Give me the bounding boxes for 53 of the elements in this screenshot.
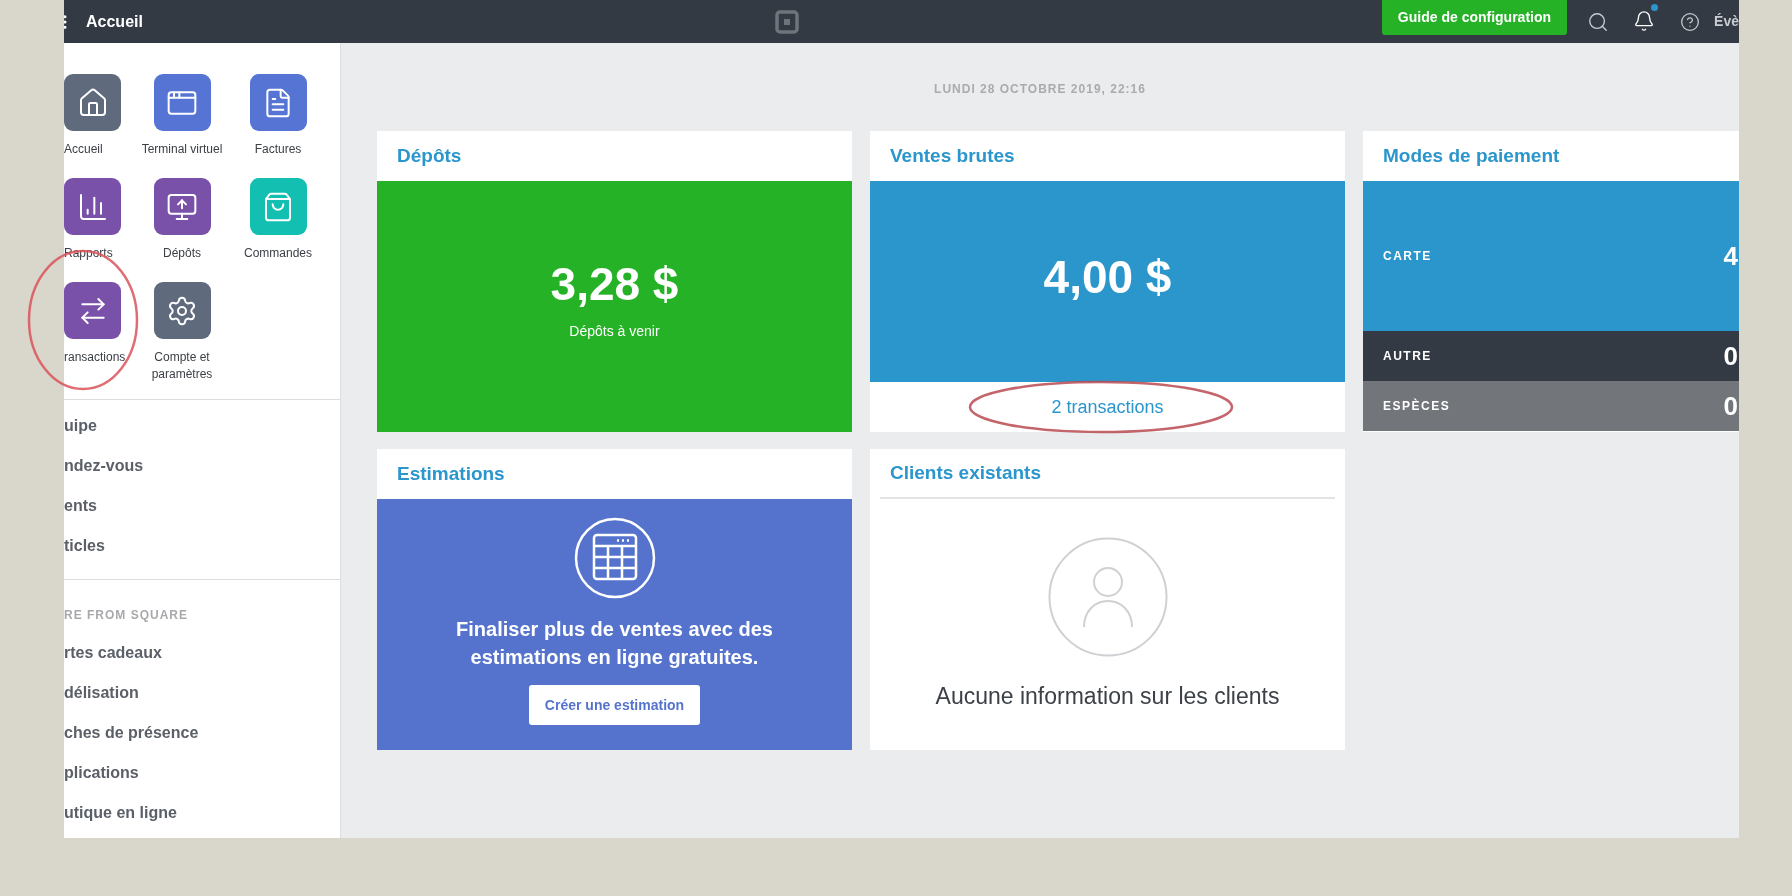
- table-icon: [573, 517, 656, 599]
- payment-method-label: ESPÈCES: [1383, 397, 1451, 415]
- nav-item[interactable]: utique en ligne: [64, 802, 340, 824]
- deposit-amount: 3,28 $: [550, 261, 679, 307]
- app-label[interactable]: Dépôts: [134, 245, 230, 262]
- app-tile[interactable]: [249, 74, 307, 131]
- app-label[interactable]: Terminal virtuel: [134, 141, 230, 158]
- card-title: Dépôts: [396, 143, 463, 168]
- app-tile[interactable]: [64, 74, 121, 131]
- card-title: Ventes brutes: [889, 143, 1016, 168]
- empty-state-text: Aucune information sur les clients: [935, 682, 1280, 711]
- page-title: Accueil: [86, 11, 143, 32]
- app-label[interactable]: Accueil: [64, 141, 103, 158]
- nav-item[interactable]: ticles: [64, 535, 340, 557]
- app-tile[interactable]: [153, 282, 211, 339]
- deposit-caption: Dépôts à venir: [569, 322, 660, 341]
- app-label[interactable]: ransactions: [64, 349, 126, 366]
- app-tile[interactable]: [153, 74, 211, 131]
- payment-method-label: AUTRE: [1383, 348, 1432, 365]
- app-tile[interactable]: [64, 282, 121, 339]
- create-estimate-button[interactable]: Créer une estimation: [528, 685, 701, 725]
- payment-method-amount: 0: [1723, 339, 1738, 373]
- nav-item[interactable]: délisation: [64, 682, 340, 704]
- app-label[interactable]: Factures: [230, 141, 326, 158]
- card-title: Modes de paiement: [1382, 143, 1561, 168]
- account-menu[interactable]: Évè: [1714, 11, 1739, 32]
- nav-item[interactable]: rtes cadeaux: [64, 642, 340, 664]
- gross-sales-amount: 4,00 $: [1043, 253, 1172, 300]
- bag-icon: [262, 190, 294, 223]
- payment-method-amount: 4: [1723, 239, 1738, 273]
- gear-icon: [166, 294, 198, 327]
- card-title: Clients existants: [880, 449, 1335, 499]
- nav-item[interactable]: ndez-vous: [64, 455, 340, 477]
- estimates-promo-text: Finaliser plus de ventes avec des estimations en ligne gratuites.: [455, 617, 774, 670]
- payment-method-label: CARTE: [1383, 248, 1432, 265]
- date-label: LUNDI 28 OCTOBRE 2019, 22:16: [934, 81, 1146, 98]
- nav-item[interactable]: ents: [64, 495, 340, 517]
- app-label[interactable]: Commandes: [230, 245, 326, 262]
- notification-bell[interactable]: [1633, 4, 1659, 32]
- nav-item[interactable]: ches de présence: [64, 722, 340, 744]
- nav-item[interactable]: plications: [64, 762, 340, 784]
- app-tile[interactable]: [249, 178, 307, 235]
- help-icon[interactable]: [1680, 11, 1701, 32]
- gross-sales-panel[interactable]: 4,00 $: [870, 181, 1345, 382]
- app-tile[interactable]: [64, 178, 121, 235]
- square-logo[interactable]: [775, 9, 800, 34]
- search-icon[interactable]: [1587, 10, 1610, 33]
- payment-method-amount: 0: [1723, 389, 1738, 423]
- card-title: Estimations: [396, 461, 506, 486]
- app-label[interactable]: Compte et paramètres: [134, 349, 230, 383]
- section-title: RE FROM SQUARE: [64, 607, 189, 624]
- nav-item[interactable]: uipe: [64, 415, 340, 437]
- app-tile[interactable]: [153, 178, 211, 235]
